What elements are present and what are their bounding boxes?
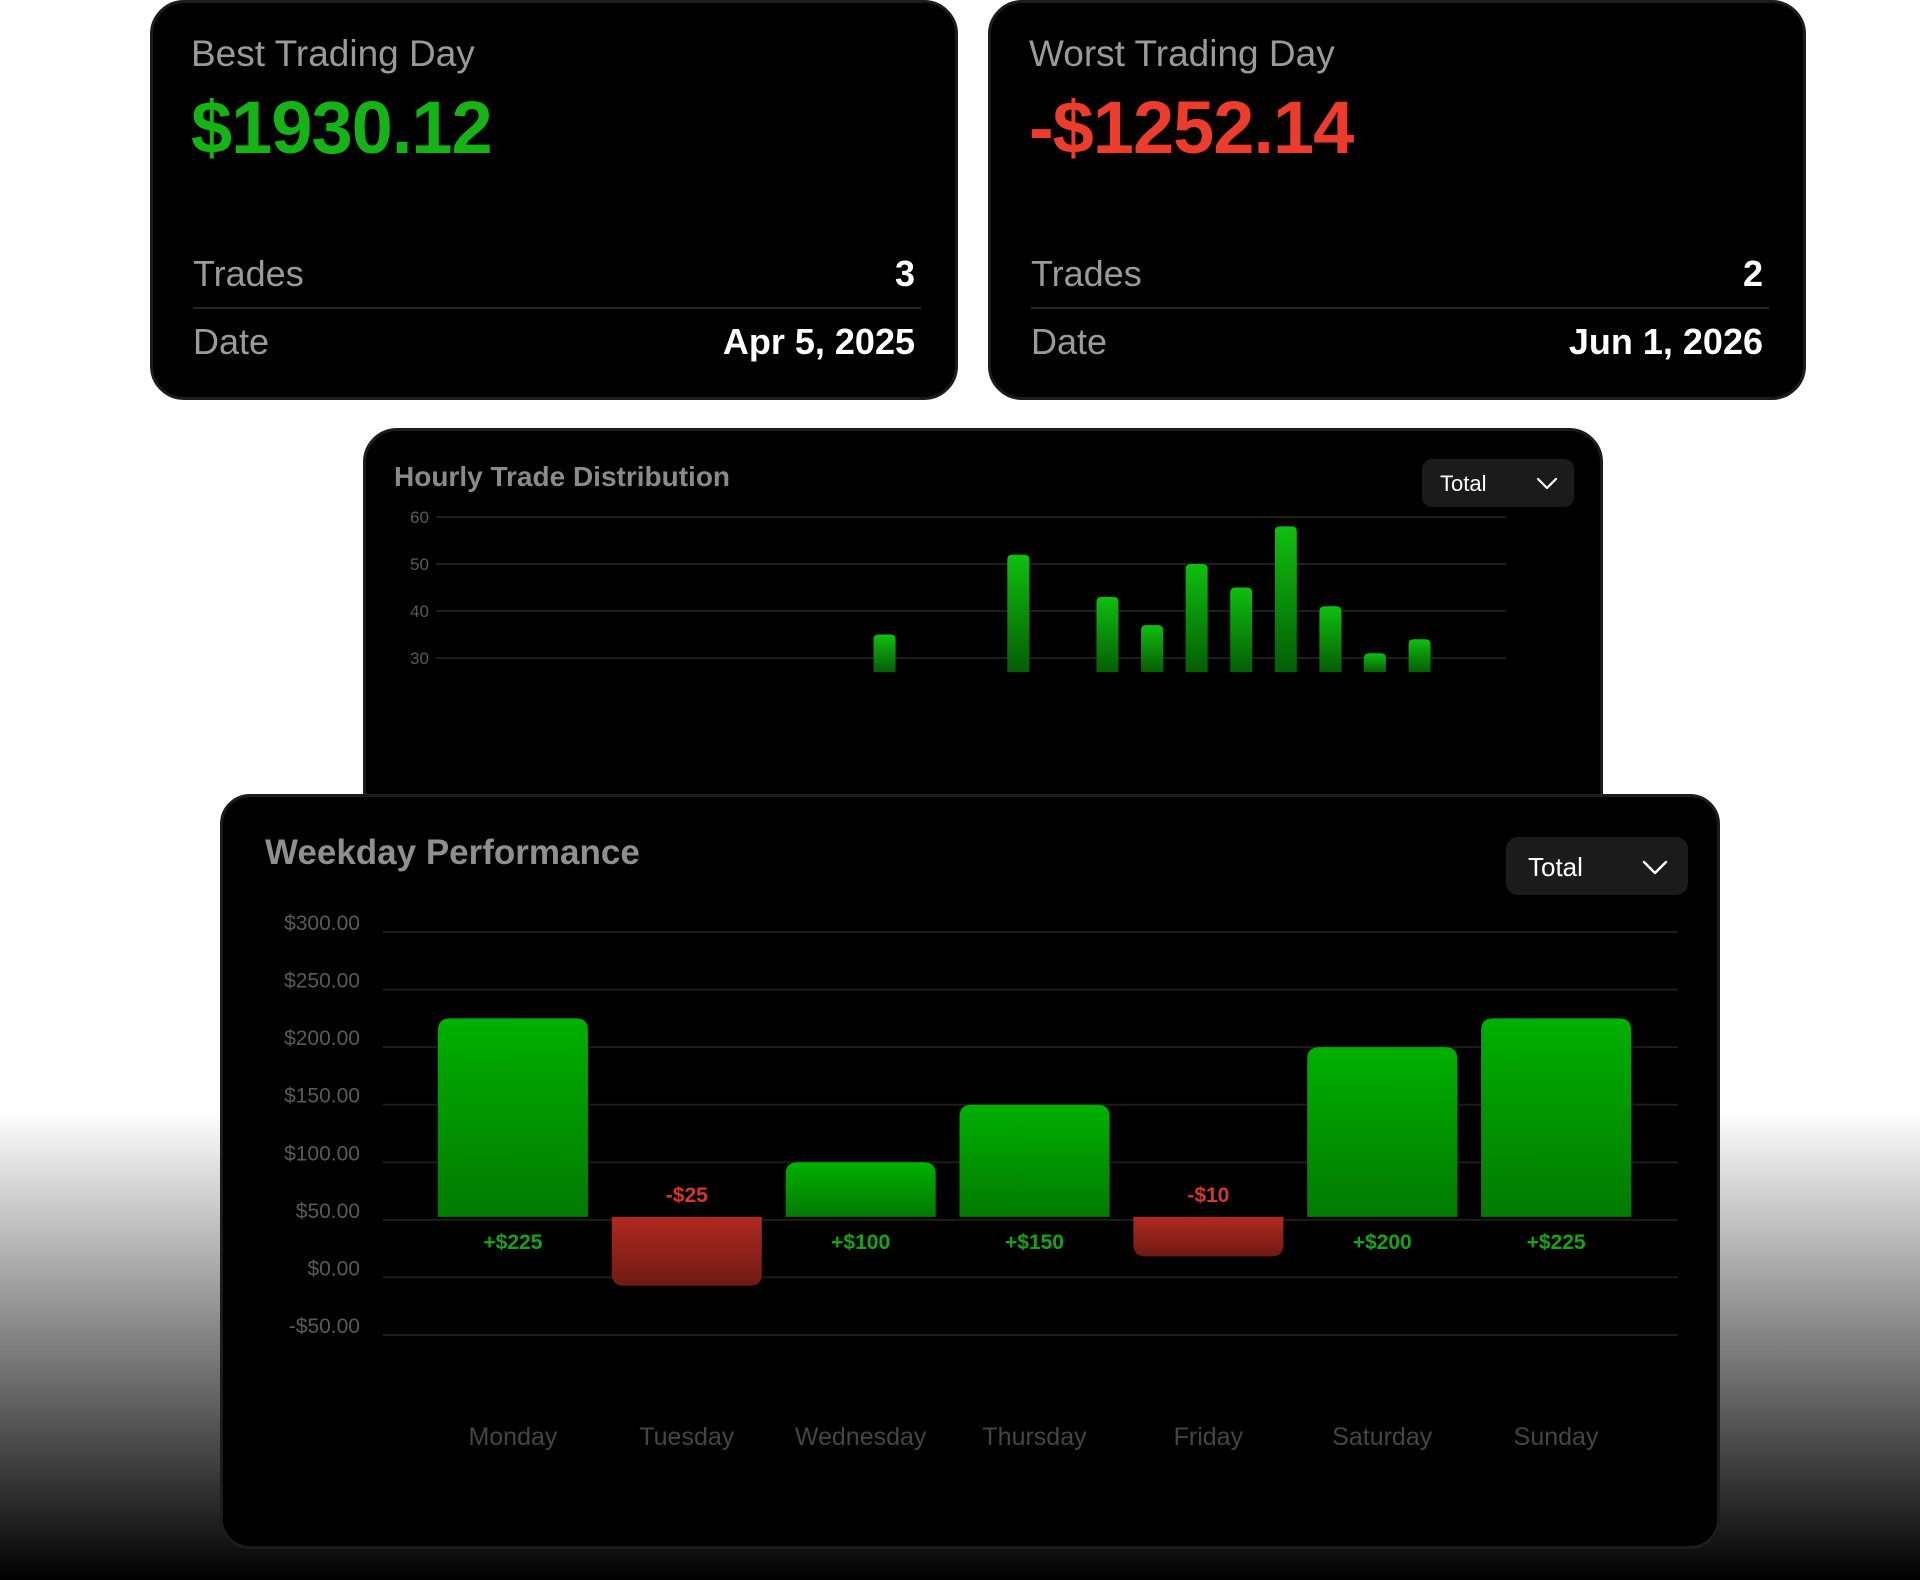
hourly-bar — [873, 634, 896, 673]
y-tick-label: 50 — [410, 555, 429, 574]
hourly-chart-title: Hourly Trade Distribution — [394, 461, 731, 492]
x-tick-label: Thursday — [982, 1423, 1087, 1451]
trades-value: 2 — [1742, 253, 1763, 294]
chevron-down-icon — [1536, 477, 1558, 490]
x-tick-label: Tuesday — [639, 1423, 734, 1451]
y-tick-label: $200.00 — [284, 1027, 360, 1050]
x-tick-label: Wednesday — [795, 1423, 927, 1451]
best-day-date-row: Date Apr 5, 2025 — [193, 321, 915, 367]
hourly-bar — [1363, 653, 1386, 673]
date-value: Jun 1, 2026 — [1568, 321, 1763, 362]
weekday-period-dropdown[interactable]: Total — [1506, 837, 1688, 895]
y-tick-label: $0.00 — [307, 1257, 360, 1280]
date-label: Date — [1031, 321, 1108, 362]
weekday-performance-card: $300.00 $250.00 $200.00 $150.00 $100.00 $50.0… — [220, 794, 1720, 1549]
hourly-bar — [1096, 596, 1119, 673]
best-trading-day-card: Best Trading Day $1930.12 Trades 3 Date … — [150, 0, 958, 400]
divider — [193, 307, 921, 309]
weekday-bar — [437, 1018, 588, 1217]
x-tick-label: Friday — [1174, 1423, 1244, 1451]
worst-trading-day-card: Worst Trading Day -$1252.14 Trades 2 Dat… — [988, 0, 1806, 400]
y-tick-label: $150.00 — [284, 1085, 360, 1108]
weekday-bar — [1133, 1216, 1284, 1257]
worst-day-title: Worst Trading Day — [1029, 33, 1335, 74]
weekday-bar — [785, 1162, 936, 1217]
x-tick-label: Saturday — [1332, 1423, 1433, 1451]
hourly-bar — [1319, 606, 1342, 673]
weekday-bar — [1481, 1018, 1632, 1217]
bar-value-label: +$100 — [831, 1231, 890, 1254]
divider — [1031, 307, 1769, 309]
y-tick-label: $50.00 — [296, 1200, 360, 1223]
date-label: Date — [193, 321, 270, 362]
hourly-bar — [1274, 526, 1297, 673]
bar-value-label: +$225 — [483, 1231, 542, 1254]
date-value: Apr 5, 2025 — [722, 321, 915, 362]
y-tick-label: $100.00 — [284, 1142, 360, 1165]
worst-day-value: -$1252.14 — [1029, 86, 1354, 169]
y-tick-label: -$50.00 — [289, 1315, 360, 1338]
weekday-chart: $300.00 $250.00 $200.00 $150.00 $100.00 $50.0… — [284, 912, 1678, 1451]
y-tick-label: $300.00 — [284, 912, 360, 935]
hourly-bar — [1185, 564, 1208, 673]
y-tick-label: 60 — [410, 508, 429, 527]
weekday-bar — [959, 1104, 1110, 1217]
weekday-chart-title: Weekday Performance — [265, 833, 640, 872]
y-tick-label: $250.00 — [284, 970, 360, 993]
best-day-value: $1930.12 — [191, 86, 493, 169]
bar-value-label: +$150 — [1005, 1231, 1064, 1254]
hourly-bar — [1141, 625, 1164, 673]
worst-day-trades-row: Trades 2 — [1031, 253, 1763, 299]
best-day-trades-row: Trades 3 — [193, 253, 915, 299]
hourly-trade-distribution-card: 60 50 40 30 Hourly Trade Distribution Total — [363, 428, 1603, 828]
bar-value-label: +$200 — [1353, 1231, 1412, 1254]
worst-day-date-row: Date Jun 1, 2026 — [1031, 321, 1763, 367]
y-tick-label: 30 — [410, 649, 429, 668]
dropdown-label: Total — [1440, 471, 1487, 496]
best-day-title: Best Trading Day — [191, 33, 475, 74]
trades-label: Trades — [193, 253, 304, 294]
weekday-bar — [611, 1216, 762, 1286]
chevron-down-icon — [1642, 860, 1668, 875]
hourly-bar — [1408, 639, 1431, 673]
trades-value: 3 — [894, 253, 915, 294]
bar-value-label: -$10 — [1187, 1184, 1229, 1207]
hourly-bar — [1230, 587, 1253, 673]
hourly-bar — [1007, 554, 1030, 673]
x-tick-label: Sunday — [1514, 1423, 1599, 1451]
bar-value-label: +$225 — [1527, 1231, 1586, 1254]
trades-label: Trades — [1031, 253, 1142, 294]
dropdown-label: Total — [1528, 852, 1583, 882]
x-tick-label: Monday — [468, 1423, 557, 1451]
y-tick-label: 40 — [410, 602, 429, 621]
weekday-bar — [1307, 1047, 1458, 1217]
bar-value-label: -$25 — [666, 1184, 708, 1207]
hourly-period-dropdown[interactable]: Total — [1422, 459, 1574, 507]
